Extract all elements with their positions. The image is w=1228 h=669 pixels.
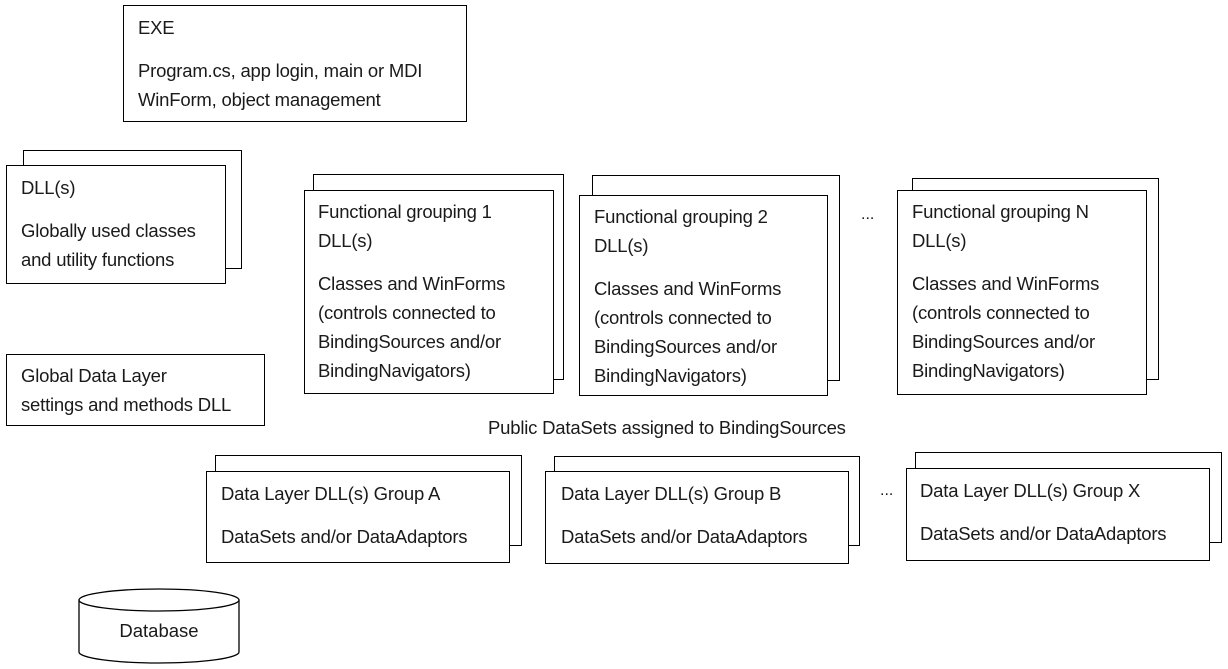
functional-group-line: Classes and WinForms — [912, 273, 1100, 294]
functional-group-2-text: Functional grouping 2 DLL(s) Classes and… — [594, 202, 781, 390]
functional-group-title: DLL(s) — [912, 230, 967, 251]
functional-group-title: DLL(s) — [318, 230, 373, 251]
global-dll-line: Globally used classes — [21, 220, 196, 241]
functional-group-line: Classes and WinForms — [594, 278, 782, 299]
functional-group-title: Functional grouping 1 — [318, 201, 492, 222]
functional-group-n-text: Functional grouping N DLL(s) Classes and… — [912, 197, 1099, 385]
public-datasets-caption: Public DataSets assigned to BindingSourc… — [488, 417, 846, 438]
functional-group-line: (controls connected to — [912, 302, 1090, 323]
exe-title: EXE — [138, 17, 175, 38]
ellipsis-data-layers: ... — [880, 482, 894, 499]
database-label: Database — [119, 620, 199, 641]
functional-group-line: BindingSources and/or — [318, 331, 501, 352]
functional-group-1-text: Functional grouping 1 DLL(s) Classes and… — [318, 197, 505, 385]
data-layer-title: Data Layer DLL(s) Group B — [561, 483, 782, 504]
data-layer-line: DataSets and/or DataAdaptors — [221, 526, 468, 547]
functional-group-line: BindingNavigators) — [912, 360, 1065, 381]
functional-group-line: (controls connected to — [318, 302, 496, 323]
global-dll-line: and utility functions — [21, 249, 175, 270]
functional-group-line: BindingSources and/or — [594, 336, 777, 357]
global-data-layer-line: Global Data Layer — [21, 365, 167, 386]
data-layer-line: DataSets and/or DataAdaptors — [920, 523, 1167, 544]
data-layer-b-text: Data Layer DLL(s) Group B DataSets and/o… — [561, 479, 808, 551]
functional-group-title: DLL(s) — [594, 235, 649, 256]
functional-group-line: BindingSources and/or — [912, 331, 1095, 352]
data-layer-title: Data Layer DLL(s) Group A — [221, 483, 441, 504]
exe-text: EXE Program.cs, app login, main or MDI W… — [138, 13, 422, 114]
ellipsis-functional-groups: ... — [861, 206, 875, 223]
exe-line: Program.cs, app login, main or MDI — [138, 60, 423, 81]
functional-group-line: (controls connected to — [594, 307, 772, 328]
functional-group-line: BindingNavigators) — [594, 365, 747, 386]
functional-group-title: Functional grouping 2 — [594, 206, 768, 227]
global-data-layer-text: Global Data Layer settings and methods D… — [21, 361, 231, 419]
global-dll-title: DLL(s) — [21, 177, 76, 198]
functional-group-title: Functional grouping N — [912, 201, 1089, 222]
data-layer-a-text: Data Layer DLL(s) Group A DataSets and/o… — [221, 479, 468, 551]
data-layer-title: Data Layer DLL(s) Group X — [920, 480, 1141, 501]
functional-group-line: Classes and WinForms — [318, 273, 506, 294]
data-layer-x-text: Data Layer DLL(s) Group X DataSets and/o… — [920, 476, 1167, 548]
global-dll-text: DLL(s) Globally used classes and utility… — [21, 173, 196, 274]
functional-group-line: BindingNavigators) — [318, 360, 471, 381]
exe-line: WinForm, object management — [138, 89, 381, 110]
data-layer-line: DataSets and/or DataAdaptors — [561, 526, 808, 547]
global-data-layer-line: settings and methods DLL — [21, 394, 232, 415]
